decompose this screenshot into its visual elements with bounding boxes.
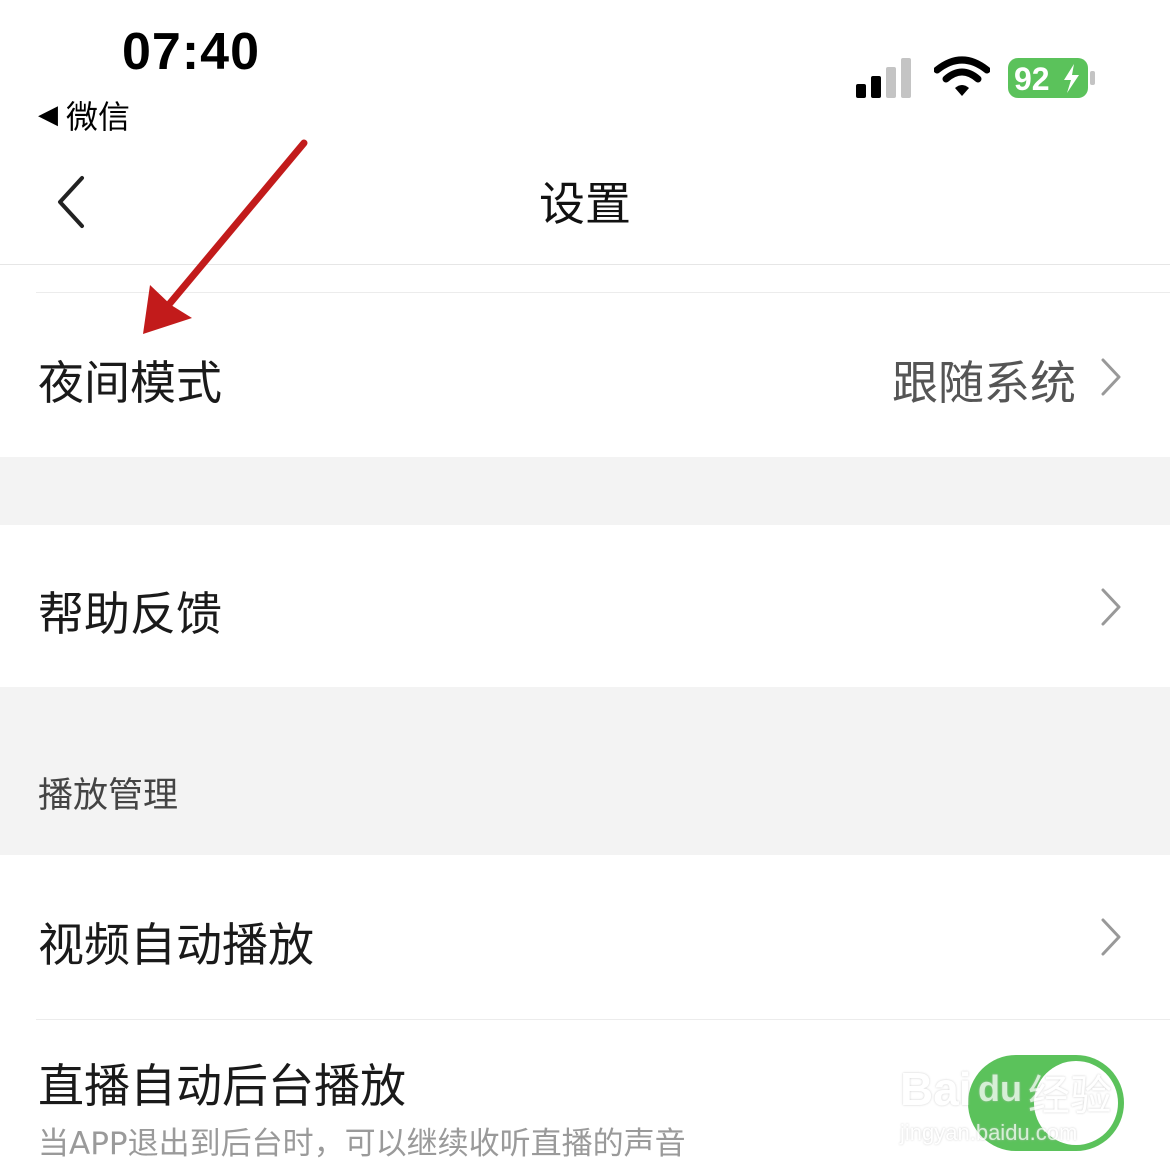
section-spacer <box>0 457 1170 525</box>
battery-indicator: 92 <box>1008 58 1096 98</box>
chevron-right-icon <box>1101 358 1121 396</box>
cellular-signal-icon <box>856 58 911 98</box>
row-help-feedback[interactable]: 帮助反馈 <box>0 525 1170 687</box>
section-header-band: 播放管理 <box>0 687 1170 855</box>
section-title-playback: 播放管理 <box>38 776 179 816</box>
toggle-knob <box>1034 1061 1118 1145</box>
divider <box>36 292 1170 293</box>
row-video-autoplay[interactable]: 视频自动播放 <box>0 855 1170 1019</box>
chevron-right-icon <box>1101 918 1121 956</box>
status-bar: 07:40 ◀ 微信 92 <box>0 0 1170 140</box>
video-autoplay-label: 视频自动播放 <box>38 918 314 972</box>
status-time: 07:40 <box>122 23 260 81</box>
row-night-mode[interactable]: 夜间模式 跟随系统 <box>0 294 1170 457</box>
chevron-right-icon <box>1101 588 1121 626</box>
page-title: 设置 <box>539 177 631 231</box>
live-background-toggle[interactable] <box>968 1055 1124 1151</box>
night-mode-value: 跟随系统 <box>892 356 1076 410</box>
back-triangle-icon: ◀ <box>38 100 58 130</box>
live-background-label: 直播自动后台播放 <box>38 1059 406 1113</box>
svg-text:92: 92 <box>1014 61 1050 97</box>
status-back-to-app[interactable]: ◀ 微信 <box>38 92 130 138</box>
status-back-app-label: 微信 <box>66 98 131 136</box>
wifi-icon <box>934 56 990 96</box>
live-background-description: 当APP退出到后台时，可以继续收听直播的声音 <box>38 1126 686 1162</box>
night-mode-label: 夜间模式 <box>38 356 222 410</box>
battery-icon: 92 <box>1008 58 1095 98</box>
help-feedback-label: 帮助反馈 <box>38 587 222 641</box>
navigation-bar: 设置 <box>0 140 1170 265</box>
